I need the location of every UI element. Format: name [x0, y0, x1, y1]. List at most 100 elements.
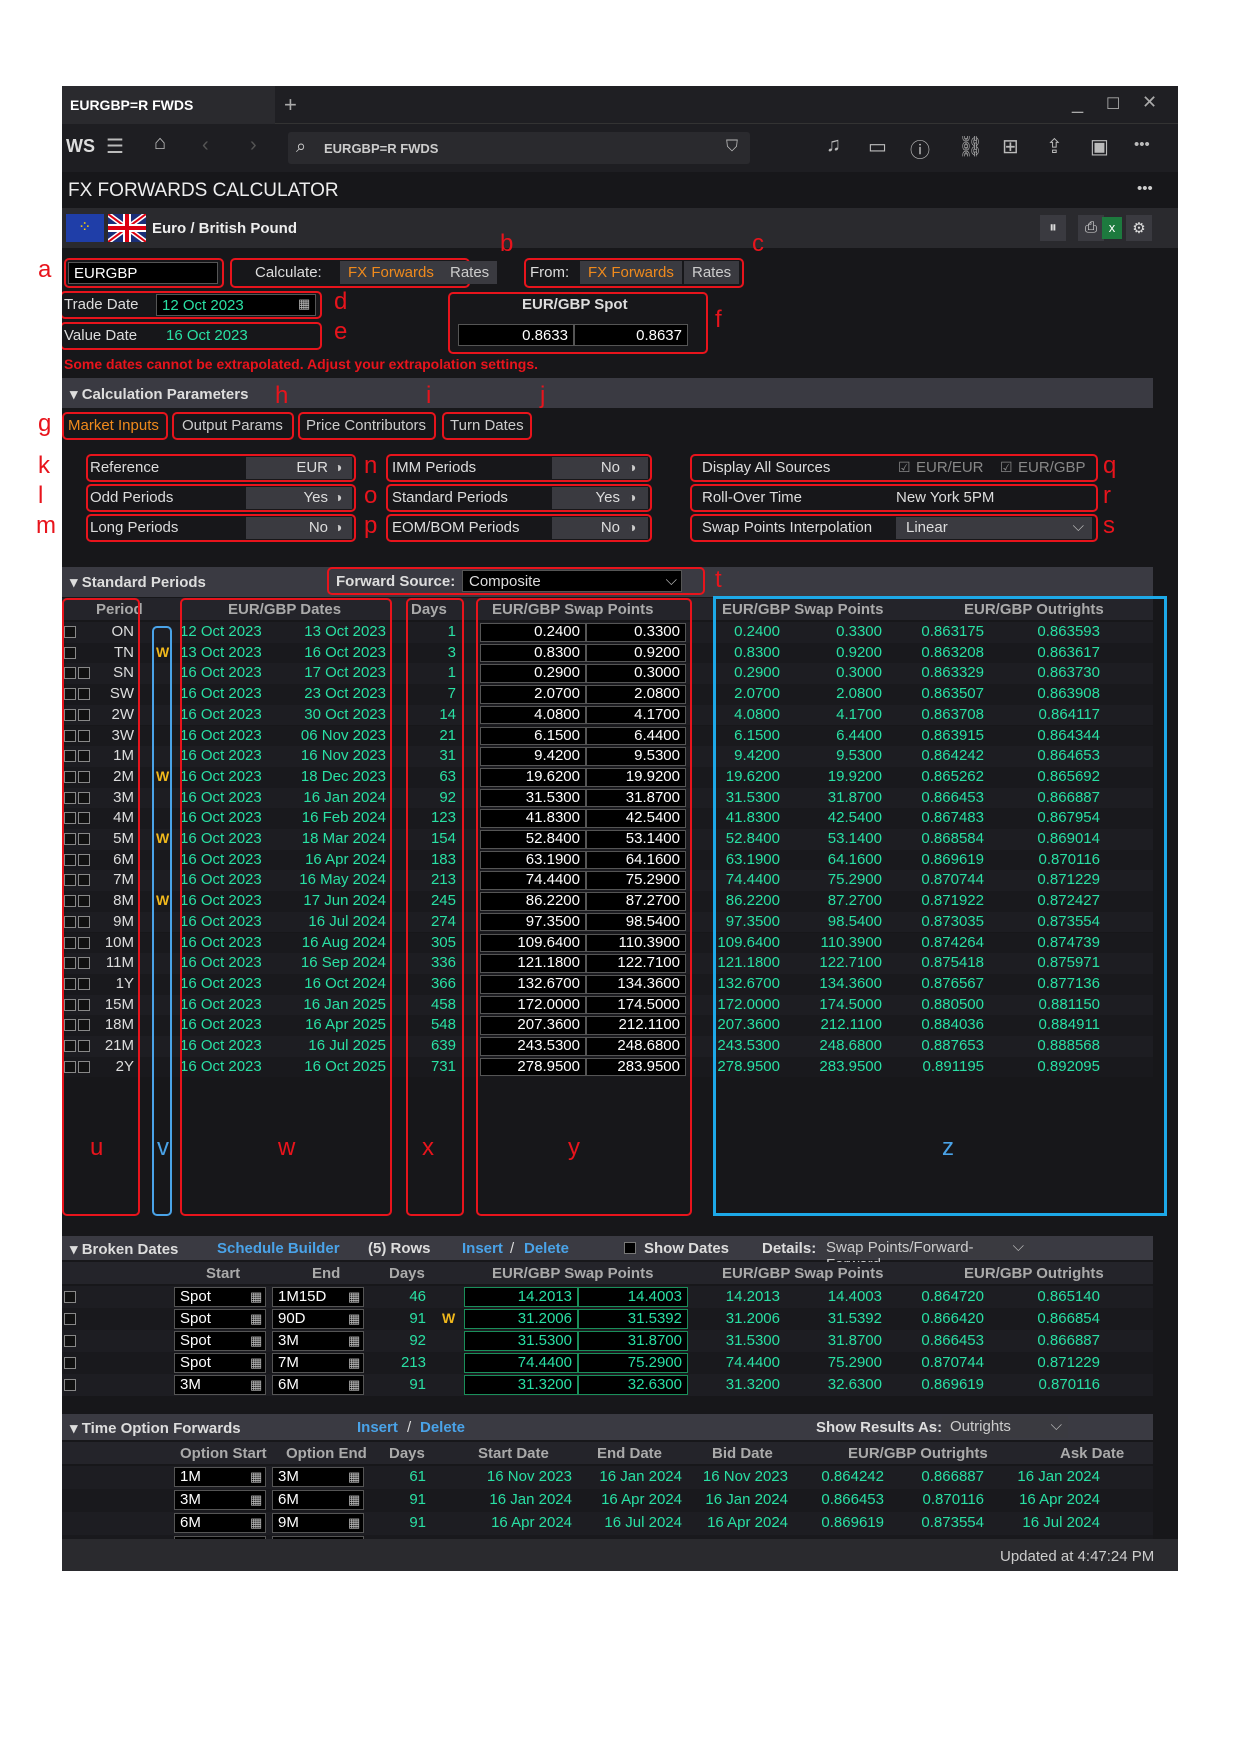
more-icon[interactable]: •••: [1134, 136, 1150, 153]
calendar-icon[interactable]: ▦: [250, 1311, 262, 1327]
search-input[interactable]: EURGBP=R FWDS: [324, 141, 438, 156]
outright-ask-cell: 0.866887: [1037, 1332, 1100, 1349]
tab-turn-dates[interactable]: Turn Dates: [450, 417, 524, 434]
tab-price-contributors[interactable]: Price Contributors: [306, 417, 426, 434]
tab-output-params[interactable]: Output Params: [182, 417, 283, 434]
eom-periods-label: EOM/BOM Periods: [392, 519, 520, 536]
tab-fwds[interactable]: EURGBP=R FWDS: [62, 86, 275, 124]
calendar-icon[interactable]: ▦: [250, 1355, 262, 1371]
calendar-icon[interactable]: ▦: [298, 296, 310, 312]
pause-icon[interactable]: ⏸: [1040, 215, 1066, 241]
new-tab-button[interactable]: +: [284, 92, 297, 118]
help-icon[interactable]: ⓘ: [910, 134, 930, 163]
swap2-bid-cell: 74.4400: [725, 1354, 780, 1371]
swap-ask-cell: 31.5392: [627, 1310, 682, 1327]
ric-input[interactable]: EURGBP: [68, 262, 218, 284]
bid-date-cell: 16 Nov 2023: [702, 1468, 788, 1485]
start-cell: Spot: [180, 1288, 211, 1305]
bell-icon[interactable]: ♫: [826, 134, 841, 157]
calendar-icon[interactable]: ▦: [250, 1377, 262, 1393]
broken-insert-link[interactable]: Insert: [462, 1240, 503, 1257]
details-select[interactable]: Swap Points/Forward-Forward⌵: [818, 1237, 1030, 1273]
calendar-icon[interactable]: ▦: [250, 1469, 262, 1485]
row-checkbox[interactable]: [64, 1335, 76, 1347]
start-cell: 3M: [180, 1376, 201, 1393]
timeopt-insert-link[interactable]: Insert: [357, 1419, 398, 1436]
home-icon[interactable]: ⌂: [154, 132, 166, 155]
spot-bid: 0.8633: [458, 324, 574, 346]
rollover-value[interactable]: New York 5PM: [896, 489, 994, 506]
calc-fx-forwards-toggle[interactable]: FX Forwards: [340, 261, 442, 284]
swap-ask-cell: 14.4003: [627, 1288, 682, 1305]
settings-gear-icon[interactable]: ⚙: [1126, 215, 1152, 241]
tab-market-inputs[interactable]: Market Inputs: [68, 417, 159, 434]
print-icon[interactable]: ⎙: [1078, 215, 1104, 241]
option-start-cell: 1M: [180, 1468, 201, 1485]
minimize-icon[interactable]: _: [1072, 92, 1083, 115]
chat-icon[interactable]: ▭: [868, 134, 887, 159]
calendar-icon[interactable]: ▦: [348, 1377, 360, 1393]
bookmark-icon[interactable]: ⛉: [726, 138, 738, 156]
row-checkbox[interactable]: [64, 1291, 76, 1303]
calendar-icon[interactable]: ▦: [348, 1289, 360, 1305]
calendar-icon[interactable]: ▦: [348, 1355, 360, 1371]
forward-icon[interactable]: ›: [250, 134, 257, 157]
calendar-icon[interactable]: ▦: [250, 1333, 262, 1349]
days-cell: 92: [409, 1332, 426, 1349]
row-checkbox[interactable]: [64, 1313, 76, 1325]
share-icon[interactable]: ⇪: [1046, 134, 1063, 159]
title-bar: EURGBP=R FWDS + _ ☐ ✕: [62, 86, 1178, 124]
schedule-builder-link[interactable]: Schedule Builder: [217, 1240, 340, 1257]
swap-interp-select[interactable]: Linear ⌵: [896, 517, 1092, 539]
app-more-icon[interactable]: •••: [1137, 180, 1153, 197]
extrapolation-warning: Some dates cannot be extrapolated. Adjus…: [64, 356, 539, 372]
end-date-cell: 16 Apr 2024: [601, 1491, 682, 1508]
col-days: Days: [389, 1445, 425, 1462]
excel-icon[interactable]: x: [1102, 217, 1122, 239]
from-fx-forwards-toggle[interactable]: FX Forwards: [580, 261, 682, 284]
maximize-icon[interactable]: ☐: [1106, 94, 1120, 114]
swap2-ask-cell: 31.8700: [827, 1332, 882, 1349]
link-icon[interactable]: ⛓: [958, 134, 983, 159]
close-icon[interactable]: ✕: [1142, 92, 1157, 113]
trade-date-input[interactable]: 12 Oct 2023: [156, 294, 316, 316]
calendar-icon[interactable]: ▦: [250, 1515, 262, 1531]
save-icon[interactable]: ▣: [1090, 134, 1109, 159]
col-bid-date: Bid Date: [712, 1445, 773, 1462]
calendar-icon[interactable]: ▦: [348, 1492, 360, 1508]
calendar-icon[interactable]: ▦: [348, 1311, 360, 1327]
row-checkbox[interactable]: [64, 1379, 76, 1391]
ws-logo[interactable]: WS: [66, 136, 95, 157]
annotation-box-y: [476, 598, 692, 1216]
checkbox-eur-gbp[interactable]: ☑: [1000, 459, 1013, 476]
row-checkbox[interactable]: [64, 1357, 76, 1369]
from-rates-toggle[interactable]: Rates: [684, 261, 740, 284]
search-bar[interactable]: ⌕ EURGBP=R FWDS ⛉: [288, 132, 750, 164]
calc-rates-toggle[interactable]: Rates: [442, 261, 498, 284]
toggle-icon: ◑: [334, 519, 343, 535]
forward-source-select[interactable]: Composite ⌵: [462, 570, 682, 592]
calendar-icon[interactable]: ▦: [348, 1515, 360, 1531]
show-results-select[interactable]: Outrights ⌵: [942, 1416, 1068, 1438]
menu-icon[interactable]: ☰: [106, 134, 124, 159]
annotation-g: g: [38, 410, 52, 437]
col-days: Days: [389, 1265, 425, 1282]
calendar-icon[interactable]: ▦: [348, 1469, 360, 1485]
back-icon[interactable]: ‹: [202, 134, 209, 157]
broken-delete-link[interactable]: Delete: [524, 1240, 569, 1257]
rollover-label: Roll-Over Time: [702, 489, 803, 506]
calendar-icon[interactable]: ▦: [250, 1289, 262, 1305]
checkbox-eur-eur[interactable]: ☑: [898, 459, 911, 476]
show-results-value: Outrights: [950, 1418, 1011, 1435]
calc-params-header[interactable]: ▾ Calculation Parameters: [62, 378, 1153, 408]
calendar-icon[interactable]: ▦: [250, 1492, 262, 1508]
long-periods-label: Long Periods: [90, 519, 179, 536]
outright-bid-cell: 0.870744: [921, 1354, 984, 1371]
timeopt-delete-link[interactable]: Delete: [420, 1419, 465, 1436]
calendar-icon[interactable]: ▦: [348, 1333, 360, 1349]
outright-bid-cell: 0.866453: [821, 1491, 884, 1508]
ask-date-cell: 16 Jan 2024: [1017, 1468, 1100, 1485]
new-window-icon[interactable]: ⊞: [1002, 134, 1019, 159]
bid-date-cell: 16 Apr 2024: [707, 1514, 788, 1531]
show-dates-checkbox[interactable]: [624, 1242, 636, 1254]
